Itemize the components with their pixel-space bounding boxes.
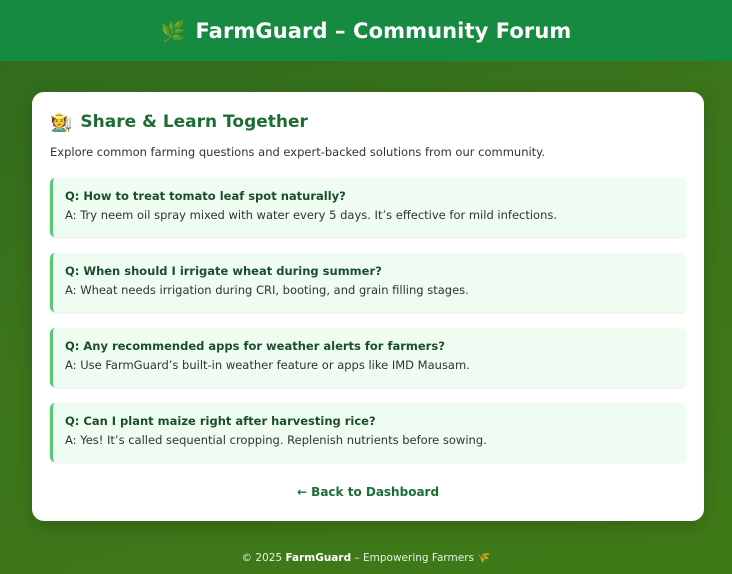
- forum-card: 🧑‍🌾 Share & Learn Together Explore commo…: [32, 92, 704, 521]
- faq-question: Q: When should I irrigate wheat during s…: [65, 264, 382, 278]
- faq-item: Q: How to treat tomato leaf spot natural…: [50, 178, 686, 237]
- faq-answer: A: Wheat needs irrigation during CRI, bo…: [65, 283, 469, 297]
- top-header: 🌿 FarmGuard – Community Forum: [0, 0, 732, 61]
- page-title: FarmGuard – Community Forum: [195, 18, 572, 43]
- section-heading: 🧑‍🌾 Share & Learn Together: [50, 110, 686, 134]
- footer-brand: FarmGuard: [285, 552, 352, 564]
- faq-answer: A: Try neem oil spray mixed with water e…: [65, 208, 558, 222]
- footer: © 2025 FarmGuard – Empowering Farmers 🌾: [0, 551, 732, 564]
- leaf-icon: 🌿: [160, 18, 186, 43]
- faq-answer: A: Use FarmGuard’s built-in weather feat…: [65, 358, 470, 372]
- farmer-icon: 🧑‍🌾: [50, 111, 73, 133]
- faq-list: Q: How to treat tomato leaf spot natural…: [50, 178, 686, 462]
- intro-text: Explore common farming questions and exp…: [50, 145, 546, 159]
- footer-copyright: © 2025: [241, 552, 286, 564]
- faq-question: Q: Can I plant maize right after harvest…: [65, 414, 376, 428]
- faq-item: Q: When should I irrigate wheat during s…: [50, 253, 686, 312]
- faq-item: Q: Any recommended apps for weather aler…: [50, 328, 686, 387]
- footer-tagline: – Empowering Farmers: [351, 552, 478, 564]
- faq-question: Q: How to treat tomato leaf spot natural…: [65, 189, 346, 203]
- faq-item: Q: Can I plant maize right after harvest…: [50, 403, 686, 462]
- section-title: Share & Learn Together: [80, 112, 308, 132]
- wheat-icon: 🌾: [477, 552, 491, 564]
- faq-answer: A: Yes! It’s called sequential cropping.…: [65, 433, 487, 447]
- faq-question: Q: Any recommended apps for weather aler…: [65, 339, 445, 353]
- back-to-dashboard-link[interactable]: ← Back to Dashboard: [32, 485, 704, 499]
